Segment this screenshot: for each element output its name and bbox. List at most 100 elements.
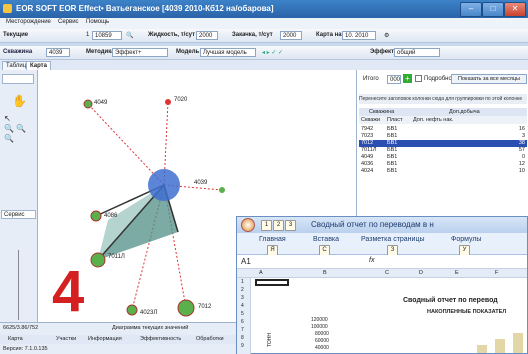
map-label: Карта на — [316, 32, 342, 38]
tab-treatments[interactable]: Обработки — [196, 335, 224, 344]
node-label: 4086 — [104, 213, 118, 219]
tab-areas[interactable]: Участки — [56, 335, 76, 344]
table-row[interactable]: 4049 БВ1 0 — [359, 154, 527, 161]
field-value[interactable]: 10859 — [92, 31, 122, 40]
diagram-label: Диаграмма текущих значений — [112, 325, 189, 331]
tool-select[interactable] — [2, 74, 34, 84]
detail-checkbox[interactable] — [415, 75, 422, 82]
search-icon[interactable]: 🔍 — [126, 32, 133, 39]
zoom-area-icon[interactable]: 🔍 — [4, 134, 14, 143]
formula-bar: A1 fx — [237, 255, 527, 269]
well-right-marker[interactable] — [219, 187, 225, 193]
chart-axis-label: ТОНН — [266, 333, 273, 347]
chart-bar — [495, 339, 505, 353]
show-all-months-button[interactable]: Показать за все месяцы — [451, 74, 527, 84]
coords-readout: 6625/3.86/752 — [3, 325, 39, 331]
excel-title: Сводный отчет по переводам в н — [311, 220, 434, 229]
col-well-header[interactable]: Скважина — [369, 108, 394, 116]
table-row[interactable]: 7011Л БВ1 57 — [359, 147, 527, 154]
well-input[interactable]: 4039 — [46, 48, 70, 57]
liquid-input[interactable]: 2000 — [196, 31, 218, 40]
pointer-icon[interactable]: ↖ — [4, 114, 11, 123]
ribbon-tab-insert[interactable]: Вставка — [313, 236, 339, 243]
add-icon[interactable]: + — [403, 74, 412, 83]
col-header[interactable]: E — [455, 270, 459, 276]
col-header[interactable]: C — [385, 270, 389, 276]
fx-icon[interactable]: fx — [369, 257, 374, 264]
maximize-button[interactable]: □ — [482, 2, 504, 17]
view-tabs: Таблица Карта — [0, 60, 528, 71]
col-header[interactable]: F — [495, 270, 498, 276]
left-tool-panel: ✋ ↖ 🔍 🔍 🔍 Сервис — [0, 70, 38, 354]
map-date-input[interactable]: 10. 2010 — [342, 31, 376, 40]
well-7011-marker[interactable] — [90, 252, 106, 268]
total-input[interactable]: 000 — [387, 75, 401, 84]
method-select[interactable]: Эффект+ — [112, 48, 168, 57]
subcol-well[interactable]: Скважи — [361, 116, 380, 124]
model-label: Модель — [176, 49, 200, 55]
report-subtitle: НАКОПЛЕННЫЕ ПОКАЗАТЕЛ — [427, 309, 507, 315]
window-title: EOR SOFT EOR Effect• Ватьеганское [4039 … — [16, 4, 274, 13]
excel-ribbon: Главная Я Вставка С Разметка страницы З … — [237, 233, 527, 256]
step-number: 4 — [52, 259, 85, 324]
service-tab[interactable]: Сервис — [1, 210, 36, 219]
well-4023-marker[interactable] — [126, 304, 138, 316]
col-header[interactable]: A — [259, 270, 263, 276]
y-tick: 60000 — [315, 338, 329, 344]
tab-efficiency[interactable]: Эффективность — [140, 335, 181, 344]
col-header[interactable]: B — [323, 270, 327, 276]
app-icon — [3, 4, 12, 13]
active-cell[interactable] — [255, 279, 289, 286]
chart-bar — [513, 333, 523, 353]
name-box[interactable]: A1 — [241, 257, 251, 266]
zoom-out-icon[interactable]: 🔍 — [16, 124, 26, 133]
row-headers: 1 2 3 4 5 6 7 8 9 — [237, 278, 251, 354]
liquid-label: Жидкость, т/сут — [148, 32, 196, 38]
well-4086-marker[interactable] — [90, 210, 102, 222]
tab-map-bottom[interactable]: Карта — [8, 335, 23, 344]
hand-tool-icon[interactable]: ✋ — [12, 94, 27, 108]
table-row[interactable]: 4024 БВ1 10 — [359, 168, 527, 175]
effect-select[interactable]: общий — [394, 48, 440, 57]
office-button-icon[interactable] — [241, 218, 255, 232]
node-label: 4049 — [94, 100, 108, 106]
nav-arrows-icon[interactable]: ◂ ▸ ✓ ✓ — [262, 49, 283, 56]
column-headers: A B C D E F — [237, 269, 527, 278]
menu-service[interactable]: Сервис — [58, 19, 79, 25]
well-7020-marker[interactable] — [165, 99, 171, 105]
model-select[interactable]: Лучшая модель — [200, 48, 256, 57]
table-row[interactable]: 7942 БВ1 16 — [359, 126, 527, 133]
group-hint: Перенесите заголовок колонки сюда для гр… — [359, 94, 527, 104]
well-4049-marker[interactable] — [83, 99, 93, 109]
well-4039-marker[interactable] — [148, 169, 180, 201]
title-bar: EOR SOFT EOR Effect• Ватьеганское [4039 … — [0, 0, 528, 18]
ribbon-tab-home[interactable]: Главная — [259, 236, 286, 243]
node-label: 7020 — [174, 97, 188, 103]
well-label: Скважина — [3, 49, 33, 55]
node-label: 7012 — [198, 304, 212, 310]
subcol-oil[interactable]: Доп. нефть нак. — [413, 116, 453, 124]
zoom-slider-track[interactable] — [18, 250, 19, 320]
node-label: 4023Л — [140, 310, 158, 316]
col-header[interactable]: D — [419, 270, 423, 276]
close-button[interactable]: ✕ — [504, 2, 526, 17]
settings-icon[interactable]: ⚙ — [384, 32, 389, 39]
menu-help[interactable]: Помощь — [86, 19, 109, 25]
menu-field[interactable]: Месторождение — [6, 19, 51, 25]
zoom-in-icon[interactable]: 🔍 — [4, 124, 14, 133]
well-7012-marker[interactable] — [177, 299, 195, 317]
col-prod-header[interactable]: Доп.добыча — [449, 108, 480, 116]
table-row-selected[interactable]: 7012 БВ1 38 — [359, 140, 527, 147]
y-tick: 40000 — [315, 345, 329, 351]
ribbon-tab-layout[interactable]: Разметка страницы — [361, 236, 425, 243]
table-row[interactable]: 7023 БВ1 3 — [359, 133, 527, 140]
minimize-button[interactable]: – — [460, 2, 482, 17]
injection-input[interactable]: 2000 — [280, 31, 302, 40]
toolbar-top: Текущие 1 10859 🔍 Жидкость, т/сут 2000 З… — [0, 29, 528, 43]
bottom-panel: 6625/3.86/752 Диаграмма текущих значений… — [0, 322, 236, 354]
table-row[interactable]: 4036 БВ1 12 — [359, 161, 527, 168]
version-label: Версия: 7.1.0.135 — [3, 346, 48, 352]
ribbon-tab-formulas[interactable]: Формулы — [451, 236, 481, 243]
subcol-layer[interactable]: Пласт — [387, 116, 403, 124]
tab-info[interactable]: Информация — [88, 335, 122, 344]
